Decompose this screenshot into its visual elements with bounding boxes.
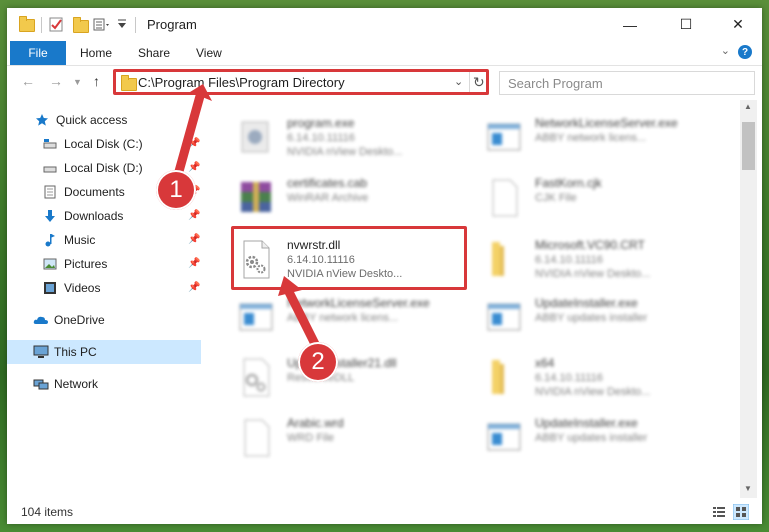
annotation-arrows — [173, 84, 323, 355]
step-marker-1: 1 — [156, 170, 196, 210]
step-marker-2: 2 — [298, 342, 338, 382]
